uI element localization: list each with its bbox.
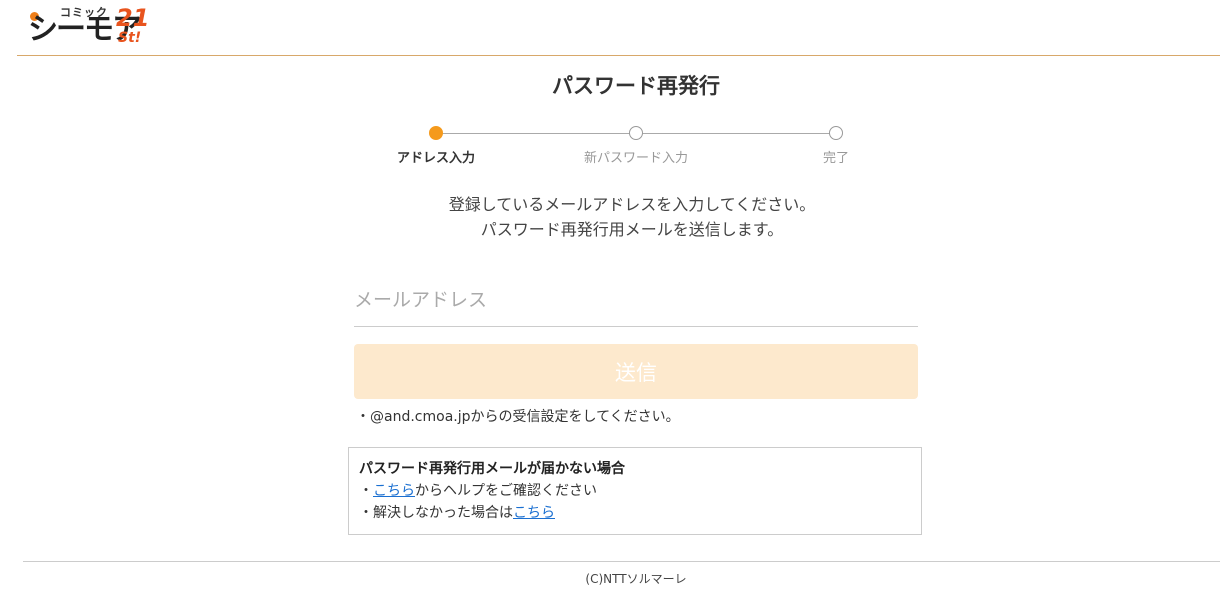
progress-steps: アドレス入力 新パスワード入力 完了 (370, 124, 910, 168)
site-logo[interactable]: コミック シーモア 21 St! (28, 4, 152, 50)
help-item-1-prefix: ・ (359, 483, 373, 499)
contact-link[interactable]: こちら (513, 505, 555, 521)
header: コミック シーモア 21 St! (0, 0, 1220, 56)
footer-divider (23, 561, 1220, 562)
step-label-address: アドレス入力 (396, 151, 476, 166)
help-title: パスワード再発行用メールが届かない場合 (359, 461, 625, 477)
step-label-complete: 完了 (822, 151, 850, 166)
instructions: 登録しているメールアドレスを入力してください。 パスワード再発行用メールを送信し… (0, 192, 1220, 242)
help-item-1-suffix: からヘルプをご確認ください (415, 483, 597, 499)
step-connector (636, 133, 836, 134)
email-field[interactable] (354, 282, 918, 318)
instructions-line-2: パスワード再発行用メールを送信します。 (480, 220, 784, 239)
step-connector (436, 133, 636, 134)
step-label-new-password: 新パスワード入力 (583, 151, 689, 166)
help-link[interactable]: こちら (373, 483, 415, 499)
help-box: パスワード再発行用メールが届かない場合 ・こちらからヘルプをご確認ください ・解… (348, 447, 922, 535)
logo-sub: St! (118, 30, 142, 46)
page-title: パスワード再発行 (552, 74, 720, 98)
copyright: (C)NTTソルマーレ (585, 572, 687, 586)
help-item-2-prefix: ・解決しなかった場合は (359, 505, 513, 521)
step-dot-complete (829, 126, 843, 140)
help-item-1: ・こちらからヘルプをご確認ください (359, 480, 911, 502)
submit-button[interactable]: 送信 (354, 344, 918, 399)
logo-number: 21 (116, 4, 150, 32)
step-dot-new-password (629, 126, 643, 140)
header-divider (17, 55, 1220, 56)
help-item-2: ・解決しなかった場合はこちら (359, 502, 911, 524)
receive-setting-note: ・@and.cmoa.jpからの受信設定をしてください。 (356, 409, 680, 425)
email-field-wrapper (354, 282, 918, 327)
instructions-line-1: 登録しているメールアドレスを入力してください。 (448, 195, 816, 214)
step-dot-address (429, 126, 443, 140)
